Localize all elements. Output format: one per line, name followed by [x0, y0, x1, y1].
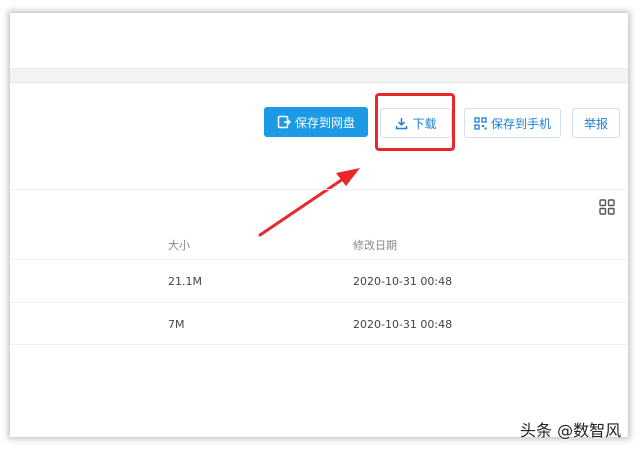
- report-button[interactable]: 举报: [572, 108, 620, 138]
- report-label: 举报: [583, 116, 608, 131]
- top-bar: [10, 13, 628, 68]
- row-divider: [10, 302, 628, 303]
- save-to-disk-button[interactable]: 保存到网盘: [264, 107, 368, 137]
- row-size: 21.1M: [168, 275, 202, 288]
- save-to-disk-label: 保存到网盘: [294, 115, 355, 130]
- row-modified: 2020-10-31 00:48: [353, 275, 453, 288]
- qr-code-icon: [474, 116, 487, 130]
- column-header-modified[interactable]: 修改日期: [353, 237, 397, 253]
- save-to-phone-label: 保存到手机: [490, 116, 551, 131]
- watermark-text: 头条 @数智风: [520, 421, 622, 440]
- grid-view-icon[interactable]: [599, 199, 615, 219]
- save-disk-icon: [277, 115, 291, 129]
- toolbar-divider: [10, 189, 628, 190]
- row-modified: 2020-10-31 00:48: [353, 318, 453, 331]
- row-size: 7M: [168, 318, 185, 331]
- row-divider: [10, 344, 628, 345]
- column-header-size[interactable]: 大小: [168, 237, 190, 253]
- download-highlight-box: [375, 93, 455, 151]
- save-to-phone-button[interactable]: 保存到手机: [464, 108, 561, 138]
- header-divider: [10, 259, 628, 260]
- app-window: 保存到网盘 下载 保存到手机 举报 大小 修改日期 21.1M 2020-10-…: [10, 13, 628, 437]
